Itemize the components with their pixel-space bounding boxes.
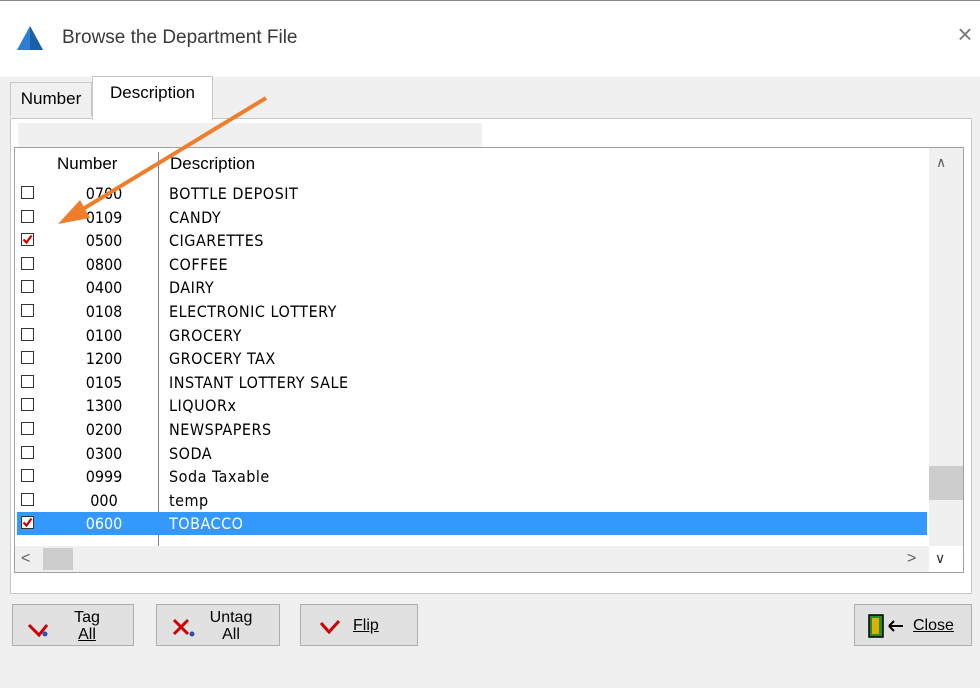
search-strip (18, 123, 482, 147)
table-row[interactable]: 0800 COFFEE (17, 253, 927, 276)
row-checkbox[interactable] (21, 186, 34, 199)
row-description: CANDY (169, 207, 222, 227)
tag-all-label-1: Tag (74, 609, 100, 626)
untag-x-icon (172, 618, 195, 637)
row-number: 0200 (85, 420, 123, 439)
row-number: 0800 (85, 254, 123, 274)
row-description: GROCERY TAX (169, 349, 276, 369)
department-grid: Number Description 0700 BOTTLE DEPOSIT 010… (14, 147, 964, 573)
vertical-scroll-thumb[interactable] (929, 466, 963, 500)
row-number: 1200 (85, 349, 123, 369)
row-checkbox[interactable] (21, 516, 34, 530)
horizontal-scrollbar[interactable] (15, 546, 929, 572)
row-description: temp (169, 490, 209, 510)
row-number: 000 (90, 490, 118, 510)
row-number: 0100 (85, 325, 123, 345)
row-number: 0300 (85, 443, 123, 463)
table-row[interactable]: 0999 Soda Taxable (17, 465, 927, 488)
window-close-button[interactable]: × (950, 19, 980, 49)
row-description: Soda Taxable (169, 467, 270, 487)
close-label: Close (913, 617, 954, 634)
table-row[interactable]: 0700 BOTTLE DEPOSIT (17, 182, 927, 205)
row-checkbox[interactable] (21, 304, 34, 317)
column-header-number[interactable]: Number (57, 154, 117, 174)
row-description: DAIRY (169, 278, 215, 298)
row-checkbox[interactable] (21, 492, 34, 506)
flip-check-icon (319, 619, 341, 635)
tag-all-button[interactable]: Tag All (12, 604, 134, 646)
horizontal-scroll-thumb[interactable] (43, 548, 73, 570)
tab-description[interactable]: Description (92, 76, 213, 120)
scroll-right-icon[interactable]: > (907, 550, 916, 568)
row-description: TOBACCO (169, 514, 244, 534)
row-description: NEWSPAPERS (169, 420, 272, 439)
row-checkbox[interactable] (21, 374, 34, 388)
row-description: BOTTLE DEPOSIT (169, 184, 299, 203)
table-row[interactable]: 0100 GROCERY (17, 324, 927, 347)
row-number: 0105 (85, 372, 123, 392)
tab-number[interactable]: Number (10, 82, 92, 116)
window-title: Browse the Department File (62, 27, 298, 48)
row-number: 0108 (85, 302, 123, 321)
row-description: GROCERY (169, 325, 242, 345)
table-row[interactable]: 000 temp (17, 489, 927, 512)
tag-check-icon (27, 623, 49, 638)
exit-door-icon (868, 614, 903, 638)
row-number: 0600 (85, 514, 123, 534)
scroll-down-icon[interactable]: ∨ (935, 550, 945, 567)
row-checkbox[interactable] (21, 422, 34, 435)
row-number: 0109 (85, 207, 123, 227)
row-description: INSTANT LOTTERY SALE (169, 372, 349, 392)
flip-label: Flip (353, 617, 379, 634)
row-description: COFFEE (169, 254, 229, 274)
column-header-description[interactable]: Description (170, 154, 255, 174)
table-row[interactable]: 0108 ELECTRONIC LOTTERY (17, 300, 927, 323)
row-description: LIQUORx (169, 396, 237, 416)
flip-button[interactable]: Flip (300, 604, 418, 646)
row-description: SODA (169, 443, 213, 463)
table-row[interactable]: 0600 TOBACCO (17, 512, 927, 536)
row-checkbox[interactable] (21, 351, 34, 365)
app-logo-icon (17, 26, 43, 50)
table-row[interactable]: 1300 LIQUORx (17, 394, 927, 417)
table-row[interactable]: 0400 DAIRY (17, 276, 927, 299)
row-number: 0700 (85, 184, 123, 203)
untag-all-button[interactable]: Untag All (156, 604, 280, 646)
untag-all-label-1: Untag (209, 609, 253, 626)
row-description: CIGARETTES (169, 231, 264, 251)
row-number: 0999 (85, 467, 123, 487)
row-checkbox[interactable] (21, 233, 34, 247)
row-checkbox[interactable] (21, 469, 34, 483)
table-row[interactable]: 0500 CIGARETTES (17, 229, 927, 252)
row-checkbox[interactable] (21, 256, 34, 270)
table-row[interactable]: 0200 NEWSPAPERS (17, 418, 927, 441)
close-button[interactable]: Close (854, 604, 972, 646)
table-row[interactable]: 0300 SODA (17, 442, 927, 465)
tag-all-label-2: All (78, 626, 96, 643)
row-number: 0400 (85, 278, 123, 298)
table-row[interactable]: 0109 CANDY (17, 206, 927, 229)
title-bar: Browse the Department File × (0, 0, 980, 77)
table-row[interactable]: 0105 INSTANT LOTTERY SALE (17, 371, 927, 394)
scroll-left-icon[interactable]: < (21, 550, 30, 568)
row-checkbox[interactable] (21, 209, 34, 223)
row-checkbox[interactable] (21, 398, 34, 412)
row-description: ELECTRONIC LOTTERY (169, 302, 337, 321)
row-number: 1300 (85, 396, 123, 416)
table-row[interactable]: 1200 GROCERY TAX (17, 347, 927, 370)
scroll-up-icon[interactable]: ∧ (936, 154, 946, 171)
row-number: 0500 (85, 231, 123, 251)
row-checkbox[interactable] (21, 280, 34, 294)
untag-all-label-2: All (222, 626, 240, 643)
checkmark-icon (22, 235, 33, 245)
row-checkbox[interactable] (21, 445, 34, 459)
checkmark-icon (22, 518, 33, 528)
row-checkbox[interactable] (21, 327, 34, 341)
